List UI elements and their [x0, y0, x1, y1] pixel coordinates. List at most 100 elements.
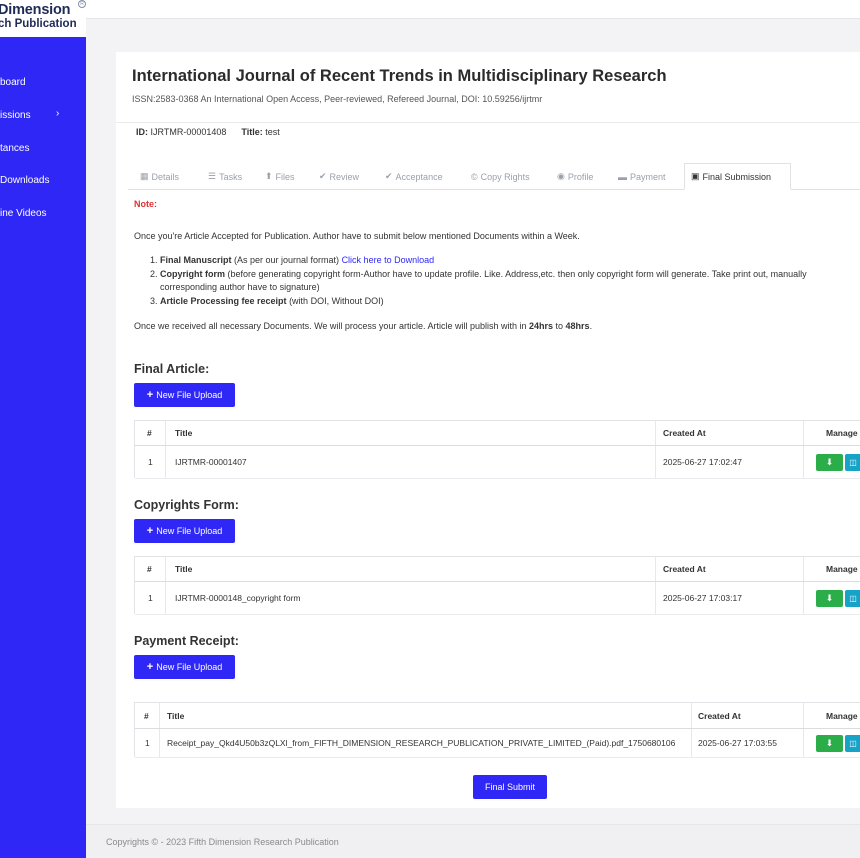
upload-button-label: New File Upload — [156, 526, 223, 536]
table-header: # Title Created At Manage — [135, 557, 860, 582]
tab-acceptance[interactable]: ✔ Acceptance — [379, 163, 449, 190]
copyrights-upload-button[interactable]: + New File Upload — [134, 519, 235, 543]
view-button[interactable]: ◫ — [845, 454, 860, 471]
tab-label: Tasks — [219, 171, 243, 182]
tab-review[interactable]: ✔ Review — [313, 163, 365, 190]
upload-icon: ⬆ — [265, 171, 273, 181]
check-circle-icon: ✔ — [385, 171, 393, 181]
note-outro: Once we received all necessary Documents… — [134, 321, 592, 331]
column-header: # — [144, 710, 149, 721]
download-icon: ⬇ — [825, 738, 834, 748]
brand-subtitle: ch Publication — [0, 18, 77, 30]
created-at: 2025-06-27 17:02:47 — [663, 457, 742, 467]
tab-label: Final Submission — [702, 171, 772, 182]
tab-copy-rights[interactable]: © Copy Rights — [465, 163, 536, 190]
column-header: Manage — [826, 564, 858, 574]
top-bar — [86, 0, 860, 19]
list-item-title: Article Processing fee receipt — [160, 295, 287, 306]
sidebar-item-submissions[interactable]: issions › — [0, 106, 86, 124]
required-documents-list: 1. Final Manuscript (As per our journal … — [150, 254, 850, 308]
article-id-value: IJRTMR-00001408 — [150, 127, 227, 137]
note-outro-min: 24hrs — [529, 321, 554, 331]
download-button[interactable]: ⬇ — [816, 454, 843, 471]
row-number: 1 — [148, 457, 153, 467]
view-button[interactable]: ◫ — [845, 735, 860, 752]
column-header: Created At — [663, 564, 706, 574]
divider — [116, 122, 860, 123]
column-header: Created At — [698, 710, 741, 721]
list-item-title: Copyright form — [160, 268, 225, 279]
sidebar-item-label: board — [0, 76, 26, 88]
check-icon: ✔ — [319, 171, 327, 181]
registered-mark-icon: R — [78, 0, 86, 8]
brand-name: Dimension — [0, 2, 71, 18]
table-header: # Title Created At Manage — [135, 703, 860, 729]
sidebar-item-label: ine Videos — [0, 207, 47, 219]
article-title-label: Title: — [241, 127, 263, 137]
column-header: # — [147, 428, 152, 438]
table-row: 1 IJRTMR-00001407 2025-06-27 17:02:47 ⬇ … — [135, 446, 860, 479]
column-header: Title — [175, 564, 193, 574]
tab-files[interactable]: ⬆ Files — [259, 163, 301, 190]
list-item-title: Final Manuscript — [160, 255, 232, 265]
sidebar-item-label: issions — [0, 109, 31, 121]
tab-profile[interactable]: ◉ Profile — [551, 163, 599, 190]
payment-receipt-heading: Payment Receipt: — [134, 634, 239, 648]
plus-icon: + — [146, 525, 154, 537]
tab-label: Details — [151, 171, 180, 182]
note-outro-max: 48hrs — [565, 321, 590, 331]
sidebar-item-acceptances[interactable]: tances — [0, 139, 86, 157]
article-meta: ID: IJRTMR-00001408 Title: test — [136, 127, 280, 137]
view-button[interactable]: ◫ — [845, 590, 860, 607]
final-article-upload-button[interactable]: + New File Upload — [134, 383, 235, 407]
list-item: 1. Final Manuscript (As per our journal … — [150, 255, 435, 265]
note-outro-text: Once we received all necessary Documents… — [134, 321, 529, 331]
download-icon: ⬇ — [825, 593, 834, 603]
created-at: 2025-06-27 17:03:55 — [698, 738, 777, 748]
plus-icon: + — [146, 661, 154, 673]
grid-icon: ▦ — [140, 171, 149, 181]
view-icon: ◫ — [849, 458, 857, 467]
download-button[interactable]: ⬇ — [816, 590, 843, 607]
copyright-icon: © — [471, 171, 478, 182]
journal-issn: ISSN:2583-0368 An International Open Acc… — [132, 94, 543, 104]
copyrights-table: # Title Created At Manage 1 IJRTMR-00001… — [134, 556, 860, 615]
table-row: 1 Receipt_pay_Qkd4U50b3zQLXl_from_FIFTH_… — [135, 729, 860, 758]
view-icon: ◫ — [849, 739, 857, 748]
tab-label: Payment — [630, 171, 666, 182]
download-button[interactable]: ⬇ — [816, 735, 843, 752]
article-title-value: test — [265, 127, 280, 137]
note-outro-text: . — [589, 321, 593, 331]
article-id-label: ID: — [136, 127, 148, 137]
upload-button-label: New File Upload — [156, 662, 223, 672]
note-label: Note: — [134, 199, 157, 209]
tab-label: Profile — [567, 171, 594, 182]
download-icon: ⬇ — [825, 457, 834, 467]
view-icon: ◫ — [849, 594, 857, 603]
note-intro: Once you're Article Accepted for Publica… — [134, 231, 580, 241]
tab-label: Acceptance — [395, 171, 443, 182]
tab-final-submission[interactable]: ▣ Final Submission — [684, 163, 791, 190]
sidebar-item-downloads[interactable]: Downloads — [0, 171, 86, 189]
file-title: IJRTMR-0000148_copyright form — [175, 593, 301, 603]
file-title: Receipt_pay_Qkd4U50b3zQLXl_from_FIFTH_DI… — [167, 738, 676, 748]
note-outro-text: to — [553, 321, 566, 331]
column-header: Manage — [826, 428, 858, 438]
image-icon: ▣ — [691, 171, 700, 181]
table-row: 1 IJRTMR-0000148_copyright form 2025-06-… — [135, 582, 860, 615]
tab-payment[interactable]: ▬ Payment — [612, 163, 672, 190]
tab-tasks[interactable]: ☰ Tasks — [202, 163, 248, 190]
tab-details[interactable]: ▦ Details — [134, 163, 185, 190]
footer: Copyrights © - 2023 Fifth Dimension Rese… — [86, 824, 860, 858]
column-header: Manage — [826, 710, 858, 721]
sidebar-item-label: Downloads — [0, 174, 50, 186]
sidebar-item-dashboard[interactable]: board — [0, 73, 86, 91]
sidebar-item-videos[interactable]: ine Videos — [0, 204, 86, 222]
tab-label: Files — [275, 171, 295, 182]
brand-logo[interactable]: Dimension ch Publication R — [0, 0, 86, 37]
tab-label: Review — [329, 171, 360, 182]
final-submit-button[interactable]: Final Submit — [473, 775, 547, 799]
list-item-text: (As per our journal format) — [231, 255, 342, 265]
payment-upload-button[interactable]: + New File Upload — [134, 655, 235, 679]
download-template-link[interactable]: Click here to Download — [342, 255, 435, 265]
